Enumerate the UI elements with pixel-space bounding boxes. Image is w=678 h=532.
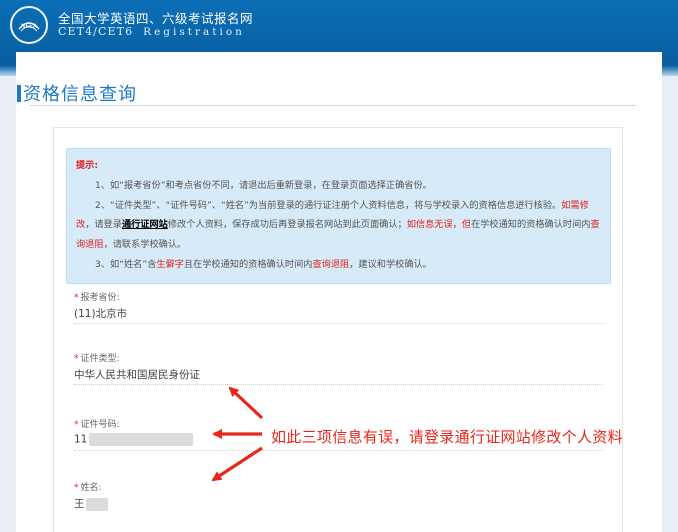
annotation-text: 如此三项信息有误，请登录通行证网站修改个人资料 — [271, 428, 623, 446]
notice-login-text: ，请登录 — [85, 219, 122, 231]
field-province-underline — [74, 323, 604, 324]
site-title-en-sub: Registration — [143, 26, 245, 38]
field-id-number-text: 11 — [74, 433, 88, 446]
field-province-label: * 报考省份: — [74, 290, 604, 303]
passport-site-link[interactable]: 通行证网站 — [122, 219, 168, 230]
redacted-blur — [85, 497, 108, 511]
notice-modify-text: 修改个人资料，保存成功后再登录报名网站到此页面确认； — [167, 219, 407, 231]
field-province-value: (11)北京市 — [74, 308, 128, 320]
required-mark: * — [74, 420, 79, 430]
required-mark: * — [74, 483, 79, 493]
title-accent-bar — [17, 85, 21, 102]
notice-box: 提示: 1、如“报考省份”和考点省份不同，请退出后重新登录，在登录页面选择正确省… — [66, 148, 611, 284]
field-name-label-text: 姓名: — [80, 483, 102, 493]
field-id-type-label: * 证件类型: — [74, 351, 604, 364]
notice-line-2-text: 2、“证件类型”、“证件号码”、“姓名”为当前登录的通行证注册个人资料信息，将与… — [95, 199, 562, 211]
field-name-text: 王 — [74, 498, 85, 510]
field-province: * 报考省份: (11)北京市 — [74, 290, 604, 324]
field-id-type-value: 中华人民共和国居民身份证 — [74, 369, 200, 381]
notice-time-text: 在学校通知的资格确认时间内 — [471, 219, 591, 231]
notice-label: 提示: — [76, 160, 99, 171]
neea-logo-icon[interactable]: NEEA — [10, 6, 48, 44]
notice-line-3-time: 且在学校通知的资格确认时间内 — [183, 258, 313, 270]
field-name-value: 王 — [74, 496, 604, 511]
field-id-number-label-text: 证件号码: — [80, 420, 120, 430]
field-province-label-text: 报考省份: — [80, 293, 120, 303]
field-id-type-label-text: 证件类型: — [80, 354, 120, 364]
logo-text: NEEA — [21, 23, 38, 30]
redacted-blur — [89, 433, 194, 446]
notice-line-3-end: ，建议和学校确认。 — [349, 258, 432, 270]
field-name: * 姓名: 王 — [74, 480, 604, 511]
required-mark: * — [74, 354, 79, 364]
notice-line-3-text: 3、如“姓名”含 — [95, 258, 157, 270]
notice-but: 但 — [461, 219, 472, 231]
page-title: 资格信息查询 — [23, 84, 137, 105]
field-id-type: * 证件类型: 中华人民共和国居民身份证 — [74, 351, 604, 385]
field-id-number-underline — [74, 450, 604, 451]
notice-rare-char: 生僻字 — [156, 258, 184, 270]
required-mark: * — [74, 293, 79, 303]
notice-line-1: 1、如“报考省份”和考点省份不同，请退出后重新登录，在登录页面选择正确省份。 — [95, 179, 432, 191]
field-id-type-underline — [74, 384, 604, 385]
notice-query-blocked-2: 查询退阻 — [312, 258, 350, 270]
site-title-en-main: CET4/CET6 — [58, 25, 134, 38]
site-header: NEEA 全国大学英语四、六级考试报名网 CET4/CET6 Registrati… — [0, 0, 678, 50]
notice-contact-text: ，请联系学校确认。 — [103, 239, 187, 251]
notice-line-3: 3、如“姓名”含生僻字且在学校通知的资格确认时间内查询退阻，建议和学校确认。 — [76, 255, 602, 275]
field-name-label: * 姓名: — [74, 480, 604, 493]
notice-info-correct: 如信息无误， — [406, 219, 462, 231]
site-title-en: CET4/CET6 Registration — [58, 25, 245, 38]
notice-line-2: 2、“证件类型”、“证件号码”、“姓名”为当前登录的通行证注册个人资料信息，将与… — [76, 196, 602, 255]
